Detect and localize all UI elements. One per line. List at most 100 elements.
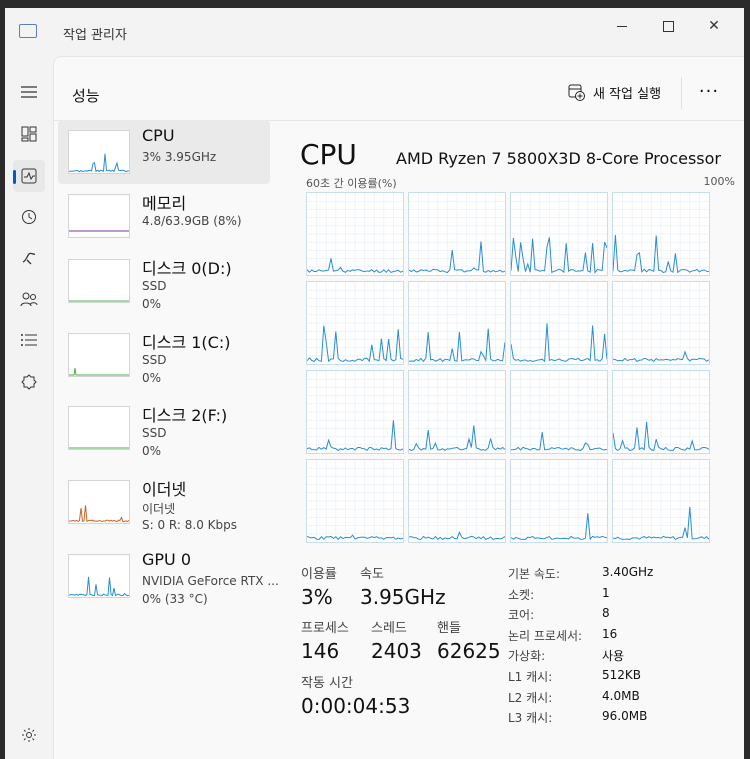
page-title: 성능 xyxy=(72,87,100,105)
cpu-detail-panel: CPU AMD Ryzen 7 5800X3D 8-Core Processor… xyxy=(284,120,744,759)
device-thumbnail-graph xyxy=(68,480,130,524)
more-options-button[interactable]: ··· xyxy=(694,81,724,107)
nav-processes[interactable] xyxy=(13,118,45,150)
cpu-info-value: 96.0MB xyxy=(602,709,648,724)
thumbnail-sparkline xyxy=(69,300,129,302)
run-task-label: 새 작업 실행 xyxy=(593,87,662,102)
core-graph-svg xyxy=(612,193,710,275)
nav-performance[interactable] xyxy=(13,160,45,192)
core-graph-svg xyxy=(510,460,608,542)
uptime-value: 0:00:04:53 xyxy=(301,694,411,718)
graph-label: 60초 간 이용률(%) xyxy=(306,177,397,190)
device-detail-line1: 4.8/63.9GB (8%) xyxy=(142,214,242,228)
device-thumbnail-graph xyxy=(68,333,130,377)
device-detail-line2: 0% xyxy=(142,444,162,458)
graph-max-label: 100% xyxy=(703,175,735,188)
speed-value: 3.95GHz xyxy=(360,585,446,609)
core-graph xyxy=(408,370,506,454)
device-item[interactable]: CPU 3% 3.95GHz xyxy=(58,120,270,184)
users-icon xyxy=(20,292,38,307)
cpu-info-value: 1 xyxy=(602,585,610,600)
threads-label: 스레드 xyxy=(371,621,407,636)
device-thumbnail-graph xyxy=(68,194,130,238)
cpu-title: CPU xyxy=(300,138,357,171)
core-graph xyxy=(612,370,710,454)
device-detail-line1: 3% 3.95GHz xyxy=(142,150,217,164)
processes-value: 146 xyxy=(301,639,340,663)
thumbnail-sparkline xyxy=(68,576,130,597)
thumbnail-sparkline xyxy=(69,230,129,232)
cpu-info-label: 가상화: xyxy=(508,649,546,664)
run-new-task-button[interactable]: 새 작업 실행 xyxy=(568,83,661,102)
cpu-info-value: 16 xyxy=(602,626,618,641)
main-content: 성능 새 작업 실행 ··· CPU 3% 3.95GHz 메모리 4.8/63.9G… xyxy=(53,56,744,759)
core-graph xyxy=(306,370,404,454)
core-graph xyxy=(306,192,404,276)
device-name: 이더넷 xyxy=(142,480,187,499)
cpu-info-label: 소켓: xyxy=(508,587,535,602)
active-indicator xyxy=(13,170,16,184)
thumbnail-sparkline xyxy=(68,153,130,173)
hamburger-icon xyxy=(21,86,37,98)
core-graph-svg xyxy=(510,282,608,364)
core-graph-svg xyxy=(612,460,710,542)
handles-label: 핸들 xyxy=(437,621,461,636)
performance-icon xyxy=(21,168,37,184)
core-graph xyxy=(510,192,608,276)
device-detail-line1: SSD xyxy=(142,353,167,367)
nav-startup-apps[interactable] xyxy=(13,242,45,274)
task-manager-window: 작업 관리자 ✕ 성능 새 작업 실행 ··· CPU 3% 3.95GHz 메… xyxy=(5,8,744,759)
core-graph-svg xyxy=(612,282,710,364)
core-graph-svg xyxy=(408,282,506,364)
nav-users[interactable] xyxy=(13,283,45,315)
cpu-info-label: L2 캐시: xyxy=(508,690,553,705)
hamburger-menu-button[interactable] xyxy=(13,76,45,108)
thumbnail-sparkline xyxy=(69,447,129,449)
left-navigation xyxy=(5,56,53,759)
maximize-button[interactable] xyxy=(645,12,691,40)
device-detail-line2: 0% xyxy=(142,371,162,385)
threads-value: 2403 xyxy=(371,639,422,663)
core-graph xyxy=(612,459,710,543)
device-detail-line1: SSD xyxy=(142,279,167,293)
nav-settings[interactable] xyxy=(13,719,45,751)
device-name: CPU xyxy=(142,126,175,145)
header-divider xyxy=(681,77,682,109)
minimize-icon xyxy=(617,25,627,27)
nav-details[interactable] xyxy=(13,324,45,356)
device-item[interactable]: 디스크 0(D:) SSD 0% xyxy=(58,249,270,313)
handles-value: 62625 xyxy=(437,639,501,663)
nav-services[interactable] xyxy=(13,366,45,398)
core-graph-svg xyxy=(306,371,404,453)
core-graph xyxy=(408,459,506,543)
core-graph-svg xyxy=(408,460,506,542)
details-icon xyxy=(21,334,37,346)
minimize-button[interactable] xyxy=(599,12,645,40)
close-button[interactable]: ✕ xyxy=(691,12,737,40)
device-thumbnail-graph xyxy=(68,406,130,450)
device-item[interactable]: 디스크 1(C:) SSD 0% xyxy=(58,323,270,387)
device-thumbnail-graph xyxy=(68,259,130,303)
core-graph xyxy=(306,459,404,543)
core-graph-svg xyxy=(408,193,506,275)
device-item[interactable]: GPU 0 NVIDIA GeForce RTX ... 0% (33 °C) xyxy=(58,544,279,608)
cpu-info-label: L3 캐시: xyxy=(508,711,553,726)
device-item[interactable]: 디스크 2(F:) SSD 0% xyxy=(58,396,270,460)
device-detail-line1: SSD xyxy=(142,426,167,440)
history-icon xyxy=(22,210,36,224)
core-graph-svg xyxy=(510,193,608,275)
core-graph-svg xyxy=(306,282,404,364)
device-detail-line1: NVIDIA GeForce RTX ... xyxy=(142,574,279,588)
processes-icon xyxy=(21,126,37,142)
device-item[interactable]: 이더넷 이더넷 S: 0 R: 8.0 Kbps xyxy=(58,470,270,534)
nav-app-history[interactable] xyxy=(13,201,45,233)
cpu-info-value: 8 xyxy=(602,606,610,621)
device-item[interactable]: 메모리 4.8/63.9GB (8%) xyxy=(58,184,270,248)
device-detail-line1: 이더넷 xyxy=(142,502,176,516)
uptime-label: 작동 시간 xyxy=(301,676,353,691)
cpu-model: AMD Ryzen 7 5800X3D 8-Core Processor xyxy=(396,149,721,168)
title-bar: 작업 관리자 ✕ xyxy=(5,8,744,56)
core-graph xyxy=(510,281,608,365)
close-icon: ✕ xyxy=(708,18,720,34)
device-thumbnail-graph xyxy=(68,554,130,598)
